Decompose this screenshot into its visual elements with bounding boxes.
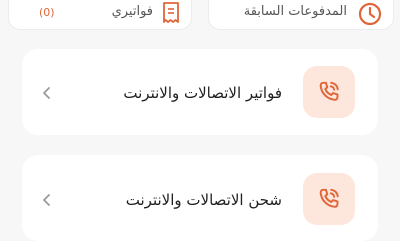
service-item-telecom-recharge[interactable]: شحن الاتصالات والانترنت: [22, 155, 378, 241]
clock-icon: [358, 2, 382, 26]
chevron-left-icon: [43, 194, 50, 206]
receipt-icon: [163, 2, 179, 23]
service-icon-tile: [303, 173, 355, 225]
my-bills-card[interactable]: (0) فواتيري: [8, 0, 192, 30]
chevron-left-icon: [43, 87, 50, 99]
service-item-telecom-bills[interactable]: فواتير الاتصالات والانترنت: [22, 49, 378, 135]
service-item-label: شحن الاتصالات والانترنت: [125, 191, 282, 209]
my-bills-label: فواتيري: [111, 4, 153, 19]
my-bills-count: (0): [39, 6, 55, 19]
past-payments-label: المدفوعات السابقة: [243, 4, 347, 19]
phone-call-icon: [319, 81, 339, 101]
phone-call-icon: [319, 188, 339, 208]
service-icon-tile: [303, 66, 355, 118]
service-item-label: فواتير الاتصالات والانترنت: [123, 84, 282, 102]
past-payments-card[interactable]: المدفوعات السابقة: [208, 0, 394, 30]
